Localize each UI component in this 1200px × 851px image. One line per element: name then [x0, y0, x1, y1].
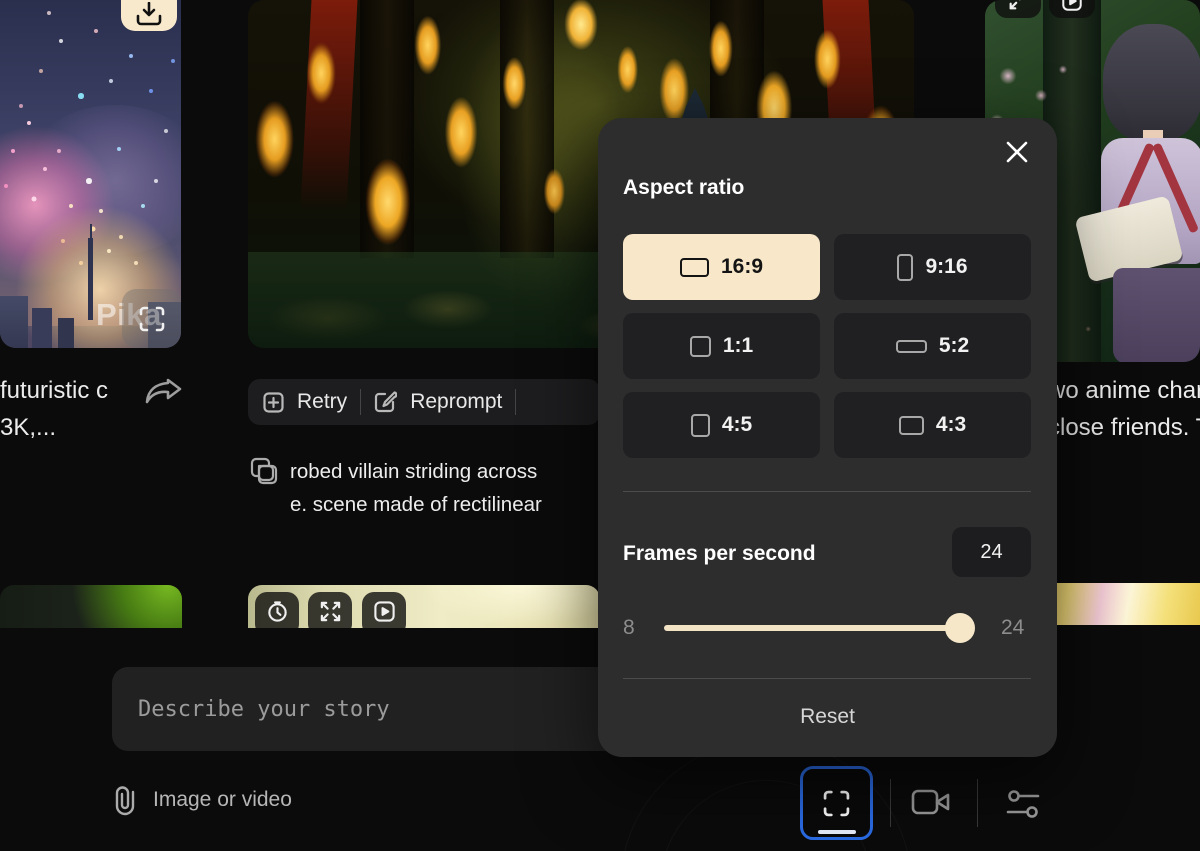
ratio-4-3-icon [899, 416, 924, 435]
caption-left-line2: 3K,... [0, 409, 108, 446]
expand-button[interactable] [308, 592, 352, 628]
aspect-option-label: 1:1 [723, 334, 753, 358]
caption-left: futuristic c 3K,... [0, 372, 108, 446]
play-square-icon [373, 600, 396, 623]
divider [623, 491, 1031, 492]
share-icon [144, 374, 184, 410]
aspect-option-9-16[interactable]: 9:16 [834, 234, 1031, 300]
ratio-9-16-icon [897, 254, 913, 281]
divider [623, 678, 1031, 679]
expand-diagonal-button[interactable] [995, 0, 1041, 18]
aspect-option-1-1[interactable]: 1:1 [623, 313, 820, 379]
ratio-16-9-icon [680, 258, 709, 277]
copy-prompt-button[interactable] [250, 457, 278, 485]
ratio-4-5-icon [691, 414, 710, 437]
attach-media-button[interactable]: Image or video [112, 784, 292, 816]
attach-media-label: Image or video [153, 788, 292, 812]
video-thumbnail-pale[interactable] [248, 585, 600, 628]
frame-settings-button[interactable] [800, 766, 873, 840]
reprompt-icon [374, 391, 397, 413]
aspect-option-label: 9:16 [925, 255, 967, 279]
fps-slider-thumb[interactable] [945, 613, 975, 643]
aspect-option-label: 4:5 [722, 413, 752, 437]
play-square-icon [1061, 0, 1083, 12]
play-video-button[interactable] [1049, 0, 1095, 18]
aspect-option-5-2[interactable]: 5:2 [834, 313, 1031, 379]
close-button[interactable] [1003, 138, 1031, 166]
video-thumbnail-leaf[interactable] [0, 585, 182, 628]
aspect-option-16-9[interactable]: 16:9 [623, 234, 820, 300]
copy-icon [250, 457, 278, 485]
ratio-1-1-icon [690, 336, 711, 357]
aspect-option-label: 4:3 [936, 413, 966, 437]
aspect-option-4-5[interactable]: 4:5 [623, 392, 820, 458]
parameters-button[interactable] [1004, 785, 1042, 823]
video-settings-modal: Aspect ratio 16:9 9:16 1:1 5:2 4:5 [598, 118, 1057, 757]
history-button[interactable] [255, 592, 299, 628]
retry-button[interactable]: Retry [297, 390, 347, 414]
divider [515, 389, 516, 415]
timer-icon [266, 600, 289, 623]
aspect-option-label: 5:2 [939, 334, 969, 358]
aspect-ratio-title: Aspect ratio [623, 176, 744, 200]
frame-brackets-button[interactable] [122, 289, 181, 348]
video-camera-icon [911, 787, 951, 817]
caption-right: wo anime char close friends. T [1048, 372, 1200, 446]
divider [360, 389, 361, 415]
character-hair [1103, 24, 1200, 142]
fps-value-box[interactable]: 24 [952, 527, 1031, 577]
frame-brackets-icon [139, 306, 165, 332]
video-actions-bar: Retry Reprompt [248, 379, 600, 425]
share-button[interactable] [144, 374, 184, 410]
retry-icon [263, 392, 284, 413]
play-video-button[interactable] [362, 592, 406, 628]
reprompt-button[interactable]: Reprompt [410, 390, 502, 414]
divider [977, 779, 978, 827]
aspect-ratio-grid: 16:9 9:16 1:1 5:2 4:5 4:3 [623, 234, 1031, 458]
caption-left-line1: futuristic c [0, 372, 108, 409]
aspect-option-label: 16:9 [721, 255, 763, 279]
video-thumbnail-fireworks[interactable]: Pika [0, 0, 181, 348]
paperclip-icon [112, 784, 138, 816]
expand-diagonal-icon [1007, 0, 1029, 12]
download-icon [136, 2, 162, 26]
divider [890, 779, 891, 827]
slider-min-label: 8 [623, 616, 635, 640]
fireworks-sparkles [0, 0, 2, 2]
download-button[interactable] [121, 0, 177, 31]
video-thumbnail-pastel[interactable] [1040, 583, 1200, 625]
close-icon [1003, 138, 1031, 166]
reset-button[interactable]: Reset [598, 705, 1057, 729]
fps-label: Frames per second [623, 542, 816, 566]
fps-slider-track[interactable] [664, 625, 961, 631]
caption-right-line1: wo anime char [1048, 372, 1200, 409]
frame-brackets-icon [823, 790, 850, 817]
app-background: Pika futuristic c 3K,... [0, 0, 1200, 851]
fps-value: 24 [980, 541, 1002, 564]
aspect-option-4-3[interactable]: 4:3 [834, 392, 1031, 458]
sliders-icon [1004, 785, 1042, 823]
caption-right-line2: close friends. T [1048, 409, 1200, 446]
ratio-5-2-icon [896, 340, 927, 353]
camera-button[interactable] [911, 787, 951, 817]
slider-max-label: 24 [1001, 616, 1024, 640]
expand-arrows-icon [319, 600, 342, 623]
active-indicator [818, 830, 856, 834]
